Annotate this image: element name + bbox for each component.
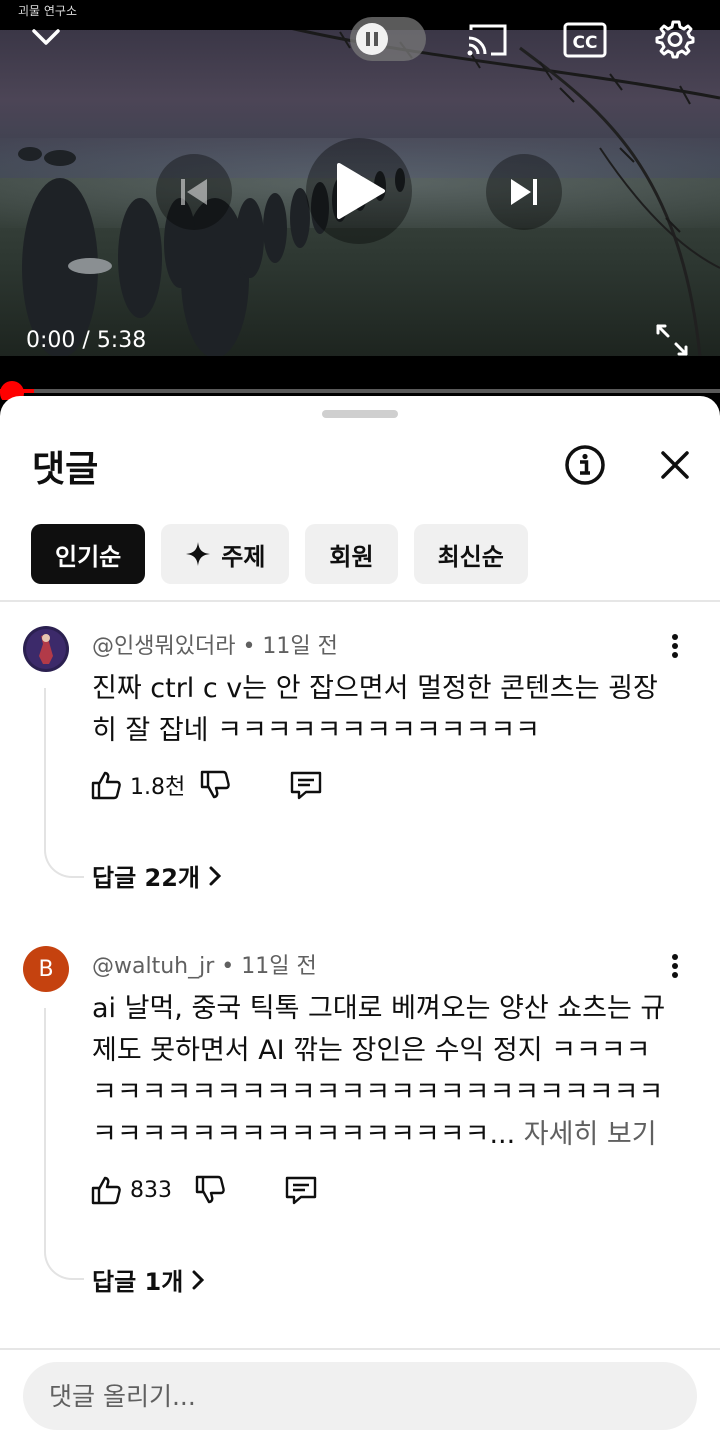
input-divider bbox=[0, 1348, 720, 1350]
like-button[interactable] bbox=[90, 1174, 122, 1206]
thread-line bbox=[44, 1008, 84, 1280]
comment-menu-button[interactable] bbox=[660, 948, 690, 984]
cc-icon: CC bbox=[563, 22, 607, 58]
like-button[interactable] bbox=[90, 769, 122, 801]
comment-text: ai 날먹, 중국 틱톡 그대로 베껴오는 양산 쇼츠는 규제도 못하면서 AI… bbox=[92, 993, 666, 1150]
channel-watermark: 괴물 연구소 bbox=[18, 4, 78, 18]
view-replies-button[interactable]: 답글 22개 bbox=[92, 858, 222, 893]
chip-topics-label: 주제 bbox=[221, 542, 266, 571]
avatar[interactable] bbox=[23, 626, 69, 672]
reply-button[interactable] bbox=[289, 769, 323, 801]
reply-count: 답글 1개 bbox=[92, 1268, 184, 1296]
comment-author[interactable]: @waltuh_jr bbox=[92, 954, 214, 979]
captions-button[interactable]: CC bbox=[562, 18, 608, 62]
autoplay-toggle[interactable] bbox=[350, 17, 426, 61]
video-player[interactable]: 괴물 연구소 CC 0:00 / 5:38 bbox=[0, 0, 720, 400]
comment-item: @인생뭐있더라 • 11일 전 진짜 ctrl c v는 안 잡으면서 멀정한 … bbox=[0, 626, 720, 896]
comment-input[interactable] bbox=[23, 1362, 697, 1430]
more-vert-icon bbox=[672, 954, 678, 978]
fullscreen-icon bbox=[656, 324, 688, 356]
playback-time: 0:00 / 5:38 bbox=[26, 328, 147, 353]
chips-divider bbox=[0, 600, 720, 602]
previous-button[interactable] bbox=[156, 154, 232, 230]
thumbs-down-icon bbox=[201, 770, 231, 799]
settings-button[interactable] bbox=[652, 16, 698, 62]
chevron-down-icon bbox=[32, 29, 60, 45]
chip-top[interactable]: 인기순 bbox=[31, 524, 146, 584]
info-icon bbox=[565, 445, 605, 485]
total-time: 5:38 bbox=[96, 328, 147, 353]
thumbs-up-icon bbox=[91, 771, 121, 800]
chip-members[interactable]: 회원 bbox=[305, 524, 398, 584]
sort-chips: 인기순 주제 회원 최신순 bbox=[31, 524, 528, 584]
progress-bar[interactable] bbox=[0, 389, 720, 393]
chip-newest[interactable]: 최신순 bbox=[413, 524, 528, 584]
play-button[interactable] bbox=[306, 138, 412, 244]
chevron-right-icon bbox=[192, 1270, 205, 1289]
comment-menu-button[interactable] bbox=[660, 628, 690, 664]
like-count: 1.8천 bbox=[130, 775, 186, 800]
reply-icon bbox=[285, 1176, 317, 1205]
comment-meta: @인생뭐있더라 • 11일 전 bbox=[92, 634, 338, 659]
cast-icon bbox=[467, 24, 507, 56]
panel-title: 댓글 bbox=[32, 449, 99, 490]
svg-text:CC: CC bbox=[573, 33, 598, 53]
close-icon bbox=[661, 451, 689, 479]
cast-button[interactable] bbox=[462, 18, 512, 62]
avatar[interactable]: B bbox=[23, 946, 69, 992]
comment-author[interactable]: @인생뭐있더라 bbox=[92, 634, 235, 659]
more-vert-icon bbox=[672, 634, 678, 658]
thread-line bbox=[44, 688, 84, 878]
skip-previous-icon bbox=[181, 179, 207, 205]
dislike-button[interactable] bbox=[194, 1174, 226, 1206]
gear-icon bbox=[655, 20, 695, 59]
reply-count: 답글 22개 bbox=[92, 864, 200, 892]
comments-panel: 댓글 인기순 주제 회원 최신순 @인생뭐있더라 • 11일 전 진짜 ctrl… bbox=[0, 396, 720, 1432]
comment-actions: 1.8천 bbox=[90, 765, 323, 805]
thumbs-up-icon bbox=[91, 1176, 121, 1205]
next-button[interactable] bbox=[486, 154, 562, 230]
info-button[interactable] bbox=[562, 442, 608, 488]
skip-next-icon bbox=[511, 179, 537, 205]
play-icon bbox=[337, 163, 385, 219]
dislike-button[interactable] bbox=[199, 769, 231, 801]
read-more-link[interactable]: 자세히 보기 bbox=[515, 1119, 657, 1150]
drag-handle[interactable] bbox=[322, 410, 398, 418]
view-replies-button[interactable]: 답글 1개 bbox=[92, 1262, 205, 1297]
comment-text: 진짜 ctrl c v는 안 잡으면서 멀정한 콘텐츠는 굉장히 잘 잡네 ㅋㅋ… bbox=[92, 673, 658, 746]
current-time: 0:00 bbox=[26, 328, 76, 353]
reply-button[interactable] bbox=[284, 1174, 318, 1206]
pause-icon bbox=[356, 23, 388, 55]
collapse-button[interactable] bbox=[26, 22, 66, 52]
comment-item: B @waltuh_jr • 11일 전 ai 날먹, 중국 틱톡 그대로 베껴… bbox=[0, 946, 720, 1306]
chevron-right-icon bbox=[209, 866, 222, 885]
comment-actions: 833 bbox=[90, 1170, 318, 1210]
close-button[interactable] bbox=[652, 442, 698, 488]
fullscreen-button[interactable] bbox=[650, 318, 694, 362]
thumbs-down-icon bbox=[195, 1175, 225, 1204]
comment-time: 11일 전 bbox=[241, 954, 317, 979]
comment-meta: @waltuh_jr • 11일 전 bbox=[92, 954, 317, 979]
like-count: 833 bbox=[130, 1177, 172, 1203]
chip-topics[interactable]: 주제 bbox=[161, 524, 290, 584]
sparkle-icon bbox=[185, 541, 211, 567]
reply-icon bbox=[291, 771, 322, 800]
comment-time: 11일 전 bbox=[262, 634, 338, 659]
